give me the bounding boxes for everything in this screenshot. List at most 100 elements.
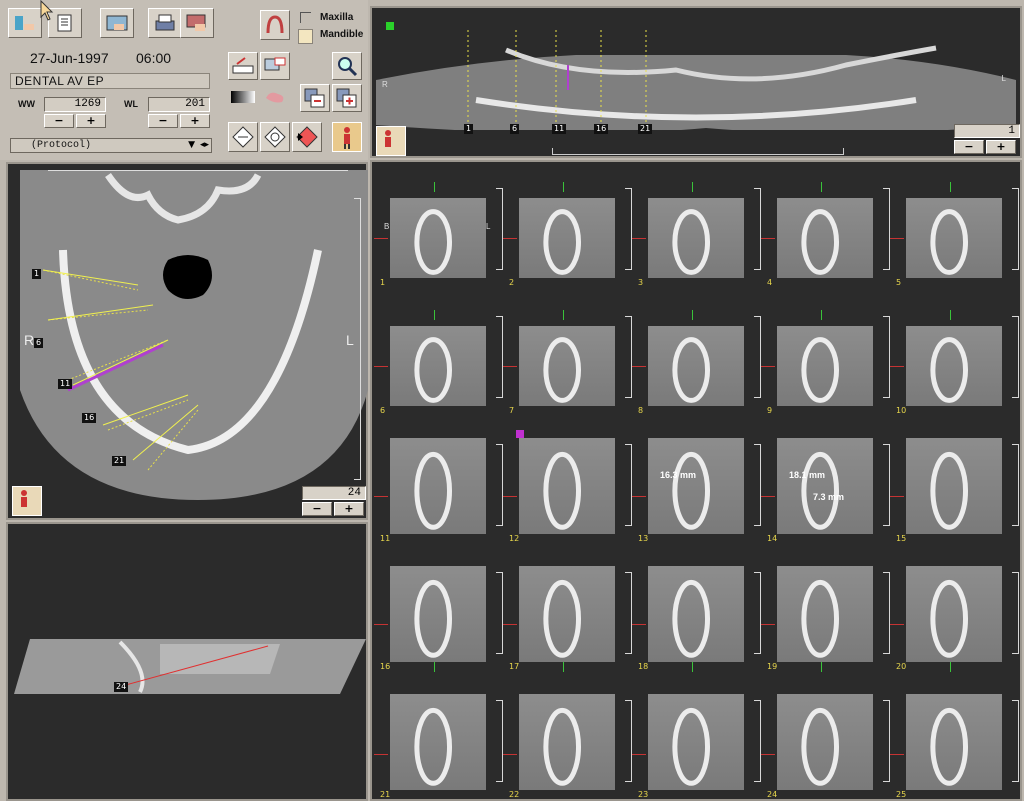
horizontal-marker (632, 754, 646, 755)
cross-section-8[interactable]: 8 (632, 310, 762, 415)
axial-prev-button[interactable]: − (302, 502, 332, 516)
cross-section-12[interactable]: 12 (503, 438, 633, 543)
cross-section-15[interactable]: 15 (890, 438, 1020, 543)
vertical-marker (563, 662, 564, 672)
diamond-layers-icon (232, 126, 254, 148)
cross-section-4[interactable]: 4 (761, 182, 891, 287)
cross-section-image (519, 198, 615, 278)
cross-section-22[interactable]: 22 (503, 694, 633, 799)
depth-scale (496, 444, 503, 526)
ww-increase-button[interactable]: + (76, 114, 106, 128)
panoramic-slice-counter[interactable]: 1 (954, 124, 1020, 138)
slice-number: 20 (896, 662, 907, 671)
cross-section-1[interactable]: 1 (374, 182, 504, 287)
panoramic-next-button[interactable]: + (986, 140, 1016, 154)
bone-outline-icon (543, 337, 582, 403)
cross-section-21[interactable]: 21 (374, 694, 504, 799)
mouse-cursor-icon (40, 0, 54, 21)
reformat-view[interactable]: 24 (6, 522, 368, 801)
bone-outline-icon (672, 707, 711, 786)
slice-number: 4 (767, 278, 773, 287)
depth-scale (1012, 700, 1019, 782)
cross-section-17[interactable]: 17 (503, 566, 633, 672)
cross-section-7[interactable]: 7 (503, 310, 633, 415)
vertical-marker (692, 310, 693, 320)
cross-section-image (777, 438, 873, 534)
cross-section-9[interactable]: 9 (761, 310, 891, 415)
bone-outline-icon (930, 707, 969, 786)
wl-decrease-button[interactable]: − (148, 114, 178, 128)
cross-section-25[interactable]: 25 (890, 694, 1020, 799)
depth-scale (496, 700, 503, 782)
zoom-out-icon (304, 88, 325, 108)
measure-tool-button[interactable] (228, 52, 258, 80)
bone-outline-icon (930, 579, 969, 658)
cross-section-10[interactable]: 10 (890, 310, 1020, 415)
vertical-marker (563, 310, 564, 320)
film-layout-button[interactable] (100, 8, 134, 38)
cross-section-6[interactable]: 6 (374, 310, 504, 415)
zoom-in-button[interactable] (332, 84, 362, 112)
patient-load-button[interactable] (8, 8, 42, 38)
axial-next-button[interactable]: + (334, 502, 364, 516)
annotate-tool-button[interactable] (260, 52, 290, 80)
axial-orientation-button[interactable] (12, 486, 42, 516)
cross-section-24[interactable]: 24 (761, 694, 891, 799)
reset-view-button[interactable] (228, 122, 258, 152)
vertical-marker (692, 182, 693, 192)
zoom-out-button[interactable] (300, 84, 330, 112)
cross-section-16[interactable]: 16 (374, 566, 504, 672)
window-level-button[interactable] (228, 84, 258, 110)
chevron-down-icon: ▼ (188, 140, 195, 150)
depth-scale (754, 316, 761, 398)
pan-tool-button[interactable] (260, 84, 290, 110)
cross-section-11[interactable]: 11 (374, 438, 504, 543)
axial-slice-counter[interactable]: 24 (302, 486, 366, 500)
control-panel: Maxilla Mandible 27-Jun-1997 06:00 DENTA… (0, 0, 368, 160)
cine-play-button[interactable] (292, 122, 322, 152)
layout-person-button[interactable] (332, 122, 362, 152)
cross-section-14[interactable]: 18.1 mm 7.3 mm 14 (761, 438, 891, 543)
bone-outline-icon (930, 337, 969, 403)
rotate-view-button[interactable] (260, 122, 290, 152)
wl-field[interactable]: 201 (148, 97, 210, 112)
zoom-button[interactable] (332, 52, 362, 80)
depth-scale (1012, 188, 1019, 270)
mandible-checkbox[interactable] (298, 29, 313, 44)
cross-section-5[interactable]: 5 (890, 182, 1020, 287)
cross-section-20[interactable]: 20 (890, 566, 1020, 672)
panoramic-prev-button[interactable]: − (954, 140, 984, 154)
play-diamond-icon (296, 126, 318, 148)
cross-section-3[interactable]: 3 (632, 182, 762, 287)
horizontal-marker (632, 238, 646, 239)
protocol-select[interactable]: (Protocol) ▼ ◂▸ (10, 138, 212, 153)
cross-section-23[interactable]: 23 (632, 694, 762, 799)
cross-section-13[interactable]: 16.3 mm 13 (632, 438, 762, 543)
depth-scale (496, 572, 503, 654)
bone-outline-icon (930, 451, 969, 530)
horizontal-marker (890, 754, 904, 755)
print-button[interactable] (148, 8, 182, 38)
ww-field[interactable]: 1269 (44, 97, 106, 112)
maxilla-checkbox[interactable] (300, 12, 311, 23)
horizontal-marker (632, 366, 646, 367)
depth-scale (625, 316, 632, 398)
axial-view[interactable]: R L 1 6 11 16 21 24 − + (6, 162, 368, 520)
dental-arch-button[interactable] (260, 10, 290, 40)
slice-number: 24 (767, 790, 778, 799)
horizontal-marker (890, 238, 904, 239)
reformat-image (14, 639, 366, 694)
cross-section-image (906, 326, 1002, 406)
ww-decrease-button[interactable]: − (44, 114, 74, 128)
hand-open-icon (15, 16, 34, 30)
panoramic-marker-21: 21 (638, 124, 653, 134)
bone-outline-icon (801, 707, 840, 786)
cross-section-2[interactable]: 2 (503, 182, 633, 287)
cross-section-18[interactable]: 18 (632, 566, 762, 672)
cross-section-19[interactable]: 19 (761, 566, 891, 672)
panoramic-view[interactable]: R L 1 6 11 16 21 1 − + (370, 6, 1022, 158)
wl-increase-button[interactable]: + (180, 114, 210, 128)
panoramic-orientation-button[interactable] (376, 126, 406, 156)
measurement-label: 16.3 mm (660, 470, 697, 480)
film-print-button[interactable] (180, 8, 214, 38)
